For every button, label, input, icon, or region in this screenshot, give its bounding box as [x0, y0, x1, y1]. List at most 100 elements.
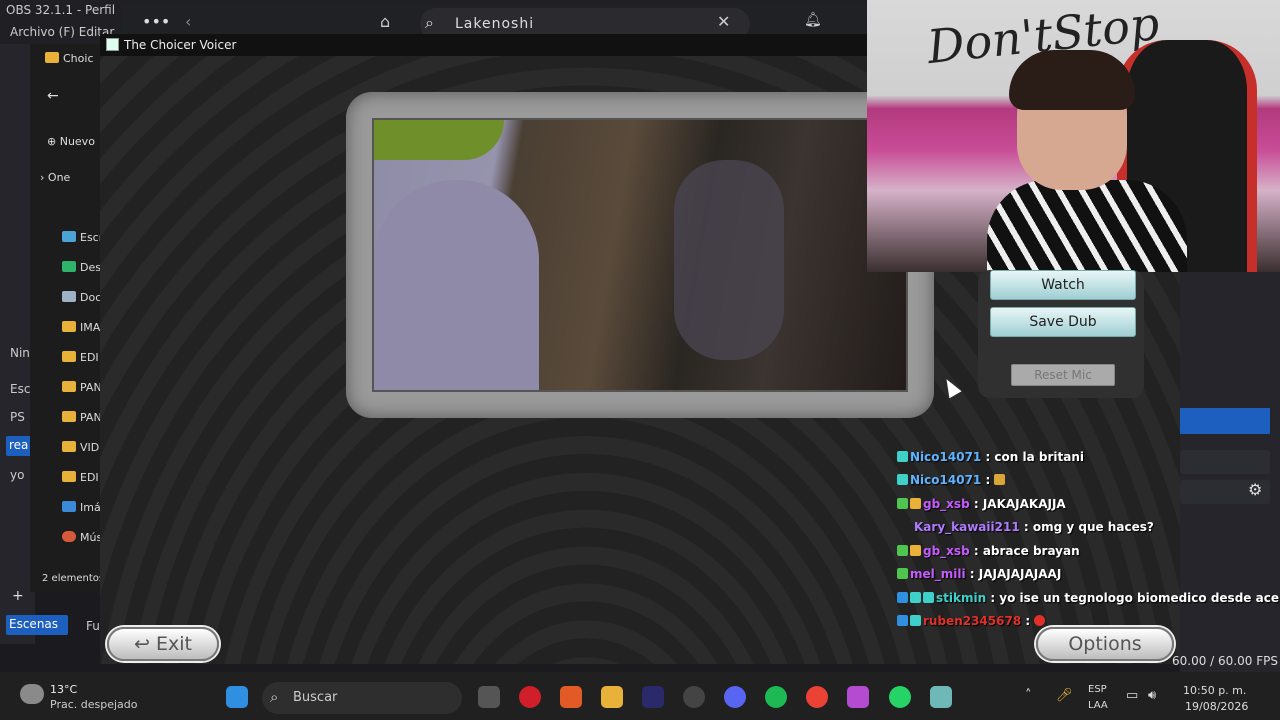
badge-icon [910, 545, 921, 556]
brave-icon[interactable] [560, 686, 582, 708]
whatsapp-icon[interactable] [889, 686, 911, 708]
notification-icon[interactable]: 🔔︎ [804, 12, 822, 28]
obs-scenes-tab[interactable]: Escenas [6, 615, 68, 635]
chat-username: ruben2345678 [923, 614, 1022, 628]
obs-label-1: Nin [10, 346, 30, 360]
taskbar-search[interactable] [262, 682, 462, 714]
folder-icon [45, 52, 59, 63]
more-icon[interactable]: ••• [142, 12, 170, 31]
tree-item-images[interactable]: Imá [62, 501, 101, 514]
image-icon [62, 501, 76, 512]
tree-item[interactable]: EDI [62, 351, 99, 364]
spotify-icon[interactable] [765, 686, 787, 708]
chat-message: gb_xsb : JAKAJAKAJJA [897, 497, 1066, 517]
tree-item[interactable]: VID [62, 441, 99, 454]
obs-selected-row[interactable] [1180, 408, 1270, 434]
chat-username: stikmin [936, 591, 987, 605]
clock-time[interactable]: 10:50 p. m. [1183, 684, 1246, 697]
options-button[interactable]: Options [1036, 627, 1174, 661]
back-arrow-icon[interactable]: ← [47, 88, 59, 104]
folder-icon [62, 351, 76, 362]
tree-item-downloads[interactable]: Des [62, 261, 101, 274]
weather-temperature[interactable]: 13°C [50, 683, 77, 696]
folder-icon [62, 321, 76, 332]
obs-sources-tab[interactable]: Fu [86, 619, 100, 633]
save-dub-button[interactable]: Save Dub [990, 307, 1136, 337]
tree-item[interactable]: IMA [62, 321, 100, 334]
microphone-icon[interactable]: 🎤︎ [1056, 688, 1073, 703]
folder-icon [62, 231, 76, 242]
weather-icon[interactable] [20, 684, 44, 704]
obs-label-2: Esc [10, 382, 31, 396]
folder-icon [62, 441, 76, 452]
badge-icon [910, 592, 921, 603]
network-icon[interactable]: ▭ [1126, 688, 1138, 703]
app-icon[interactable] [847, 686, 869, 708]
chat-message: ruben2345678 : [897, 614, 1047, 634]
exit-button[interactable]: ↩ Exit [107, 627, 219, 661]
tree-item-label: Mús [80, 531, 103, 544]
scene-foliage [374, 120, 504, 160]
badge-icon [897, 568, 908, 579]
tree-item[interactable]: PAN [62, 411, 102, 424]
tray-overflow-icon[interactable]: ˄ [1025, 688, 1032, 703]
add-icon[interactable]: + [12, 588, 24, 604]
music-icon [62, 531, 76, 542]
badge-icon [897, 592, 908, 603]
chrome-icon[interactable] [806, 686, 828, 708]
back-icon[interactable]: ‹ [185, 12, 191, 31]
reset-mic-button[interactable]: Reset Mic [1011, 364, 1115, 386]
obs-right-panel: ⚙ [1180, 272, 1280, 672]
badge-icon [910, 615, 921, 626]
taskbar-search-placeholder[interactable]: Buscar [293, 690, 337, 705]
gear-icon[interactable]: ⚙ [1248, 480, 1262, 499]
chat-message: stikmin : yo ise un tegnologo biomedico … [897, 591, 1280, 611]
fps-readout: 60.00 / 60.00 FPS [1172, 654, 1278, 668]
tree-item-label: PAN [80, 381, 102, 394]
obs-icon[interactable] [683, 686, 705, 708]
badge-icon [897, 474, 908, 485]
tree-item-onedrive[interactable]: › One [40, 171, 70, 184]
tree-item-label: One [47, 171, 71, 184]
explorer-status: 2 elementos [42, 573, 105, 584]
emote-icon [1034, 615, 1046, 626]
badge-icon [910, 498, 921, 509]
opera-icon[interactable] [519, 686, 541, 708]
webcam-overlay: Don'tStop [867, 0, 1280, 272]
search-icon: ⌕ [270, 688, 279, 706]
premiere-icon[interactable] [642, 686, 664, 708]
tree-item[interactable]: PAN [62, 381, 102, 394]
close-icon[interactable]: ✕ [717, 12, 730, 31]
folder-icon [62, 471, 76, 482]
obs-panel-row [1180, 450, 1270, 474]
emote-icon [994, 474, 1006, 485]
file-explorer-icon[interactable] [601, 686, 623, 708]
tree-item-desktop[interactable]: Escr [62, 231, 103, 244]
tree-item[interactable]: EDI [62, 471, 99, 484]
clock-date[interactable]: 19/08/2026 [1185, 700, 1248, 713]
chat-username: mel_mili [910, 567, 966, 581]
tree-item-label: EDI [80, 351, 99, 364]
tree-item-documents[interactable]: Doc [62, 291, 101, 304]
game-app-icon[interactable] [930, 686, 952, 708]
task-view-icon[interactable] [478, 686, 500, 708]
chat-username: Nico14071 [910, 450, 982, 464]
chat-username: gb_xsb [923, 497, 970, 511]
keyboard-layout[interactable]: LAA [1088, 700, 1108, 711]
chat-message: gb_xsb : abrace brayan [897, 544, 1080, 564]
new-button-label: Nuevo [59, 135, 95, 148]
tree-item-label: VID [80, 441, 100, 454]
home-icon[interactable]: ⌂ [380, 12, 390, 31]
discord-icon[interactable] [724, 686, 746, 708]
language-code[interactable]: ESP [1088, 684, 1107, 695]
new-button[interactable]: ⊕ Nuevo [47, 135, 95, 148]
weather-description[interactable]: Prac. despejado [50, 698, 137, 711]
badge-icon [923, 592, 934, 603]
obs-menu-label[interactable]: Archivo (F) Editar [10, 25, 114, 39]
volume-icon[interactable]: 🔊︎ [1148, 688, 1156, 703]
browser-search-text[interactable]: Lakenoshi [455, 16, 534, 32]
watch-button[interactable]: Watch [990, 270, 1136, 300]
windows-start-icon[interactable] [226, 686, 248, 708]
tree-item-music[interactable]: Mús [62, 531, 102, 544]
search-icon: ⌕ [425, 13, 434, 32]
